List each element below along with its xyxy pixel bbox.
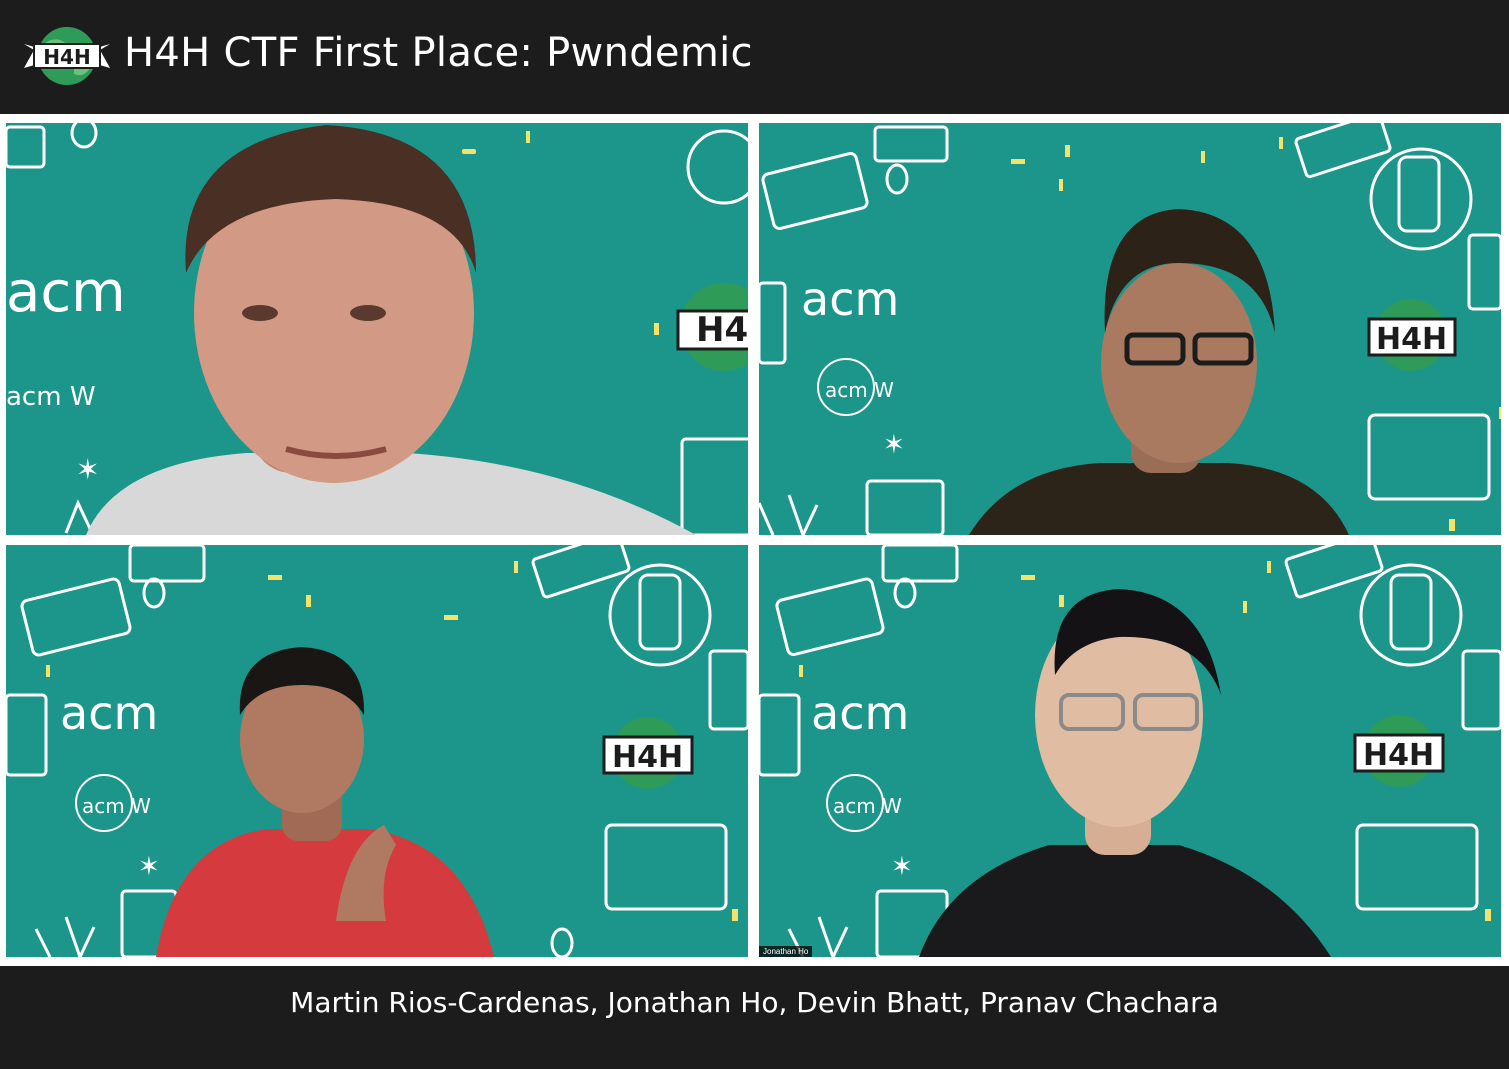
svg-text:H4: H4 — [696, 310, 748, 350]
svg-text:H4H: H4H — [612, 740, 683, 775]
star-icon: ✶ — [138, 851, 160, 881]
star-icon: ✶ — [883, 429, 905, 459]
video-tile-1[interactable]: acm acm W ✶ H4 — [6, 123, 748, 535]
acmw-logo: acm W — [833, 794, 902, 818]
acmw-logo: acm W — [6, 382, 96, 412]
tile-1-canvas: acm acm W ✶ H4 — [6, 123, 748, 535]
svg-text:H4H: H4H — [1376, 322, 1447, 357]
page-title: H4H CTF First Place: Pwndemic — [124, 30, 753, 76]
acm-logo: acm — [801, 272, 899, 326]
video-tile-2[interactable]: acm acm W ✶ H4H — [759, 123, 1501, 535]
participant-name-tag: Jonathan Ho — [759, 946, 813, 957]
acmw-logo: acm W — [825, 378, 894, 402]
tile-3-canvas: acm acm W ✶ H4H — [6, 545, 748, 957]
logo-text: H4H — [43, 45, 90, 69]
star-icon: ✶ — [891, 851, 913, 881]
video-tile-4[interactable]: acm acm W ✶ H4H Jonathan Ho — [759, 545, 1501, 957]
svg-text:H4H: H4H — [1363, 738, 1434, 773]
acm-logo: acm — [811, 686, 909, 740]
tile-4-canvas: acm acm W ✶ H4H — [759, 545, 1501, 957]
acm-logo: acm — [6, 260, 126, 325]
header-bar: H4H H4H CTF First Place: Pwndemic — [0, 0, 1509, 114]
participant-names: Martin Rios-Cardenas, Jonathan Ho, Devin… — [290, 986, 1219, 1019]
h4h-logo-icon: H4H — [24, 25, 110, 87]
acmw-logo: acm W — [82, 794, 151, 818]
video-grid: acm acm W ✶ H4 acm acm W ✶ H4H acm acm W… — [0, 114, 1509, 966]
acm-logo: acm — [60, 686, 158, 740]
video-tile-3[interactable]: acm acm W ✶ H4H — [6, 545, 748, 957]
tile-2-canvas: acm acm W ✶ H4H — [759, 123, 1501, 535]
star-icon: ✶ — [76, 454, 99, 485]
footer-bar: Martin Rios-Cardenas, Jonathan Ho, Devin… — [0, 966, 1509, 1069]
